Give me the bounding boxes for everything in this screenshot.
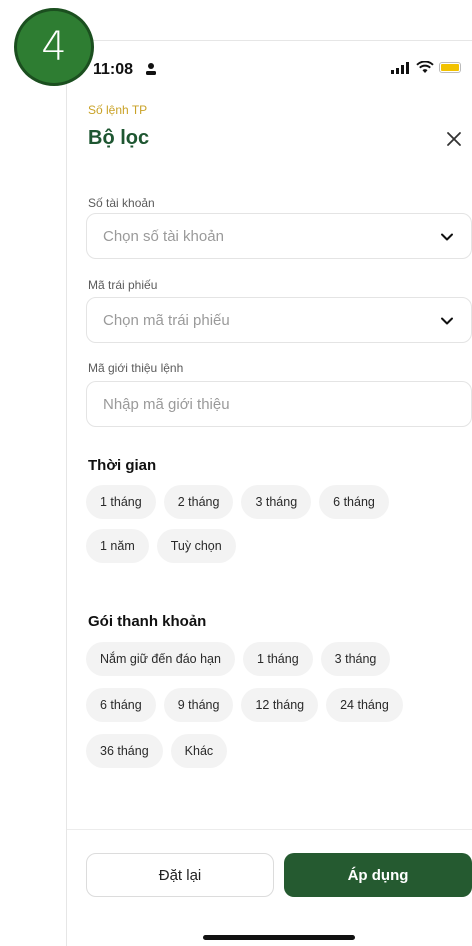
person-icon — [146, 63, 156, 75]
close-button[interactable] — [440, 125, 468, 153]
time-chip[interactable]: 1 tháng — [86, 485, 156, 519]
close-icon — [447, 132, 461, 146]
liquidity-chip[interactable]: 24 tháng — [326, 688, 403, 722]
footer-divider — [67, 829, 472, 830]
account-select[interactable]: Chọn số tài khoản — [86, 213, 472, 259]
signal-icon — [391, 61, 409, 74]
status-icons — [391, 61, 461, 74]
status-bar: 11:08 — [67, 41, 472, 93]
liquidity-chip[interactable]: 1 tháng — [242, 642, 313, 676]
time-chip[interactable]: 3 tháng — [241, 485, 312, 519]
liquidity-chip[interactable]: Nắm giữ đến đáo hạn — [86, 642, 235, 676]
account-select-placeholder: Chọn số tài khoản — [103, 227, 224, 245]
liquidity-chip[interactable]: 12 tháng — [241, 688, 319, 722]
liquidity-chip[interactable]: 36 tháng — [86, 734, 163, 768]
time-chip-row: 1 tháng 2 tháng 3 tháng 6 tháng — [86, 485, 389, 519]
reset-button[interactable]: Đặt lại — [86, 853, 274, 897]
liquidity-chip[interactable]: 3 tháng — [320, 642, 391, 676]
chevron-down-icon — [441, 233, 453, 241]
battery-icon — [439, 62, 461, 73]
time-chip-row: 1 năm Tuỳ chọn — [86, 529, 236, 563]
referral-field-label: Mã giới thiệu lệnh — [88, 361, 184, 375]
bond-select-placeholder: Chọn mã trái phiếu — [103, 311, 230, 329]
apply-button[interactable]: Áp dụng — [284, 853, 472, 897]
referral-input[interactable]: Nhập mã giới thiệu — [86, 381, 472, 427]
chevron-down-icon — [441, 317, 453, 325]
status-time: 11:08 — [93, 61, 134, 78]
liquidity-chip-row: Nắm giữ đến đáo hạn 1 tháng 3 tháng — [86, 642, 391, 676]
page-title: Bộ lọc — [88, 127, 150, 149]
step-number-badge: 4 — [14, 8, 94, 86]
time-chip[interactable]: Tuỳ chọn — [156, 529, 236, 563]
bond-field-label: Mã trái phiếu — [88, 278, 158, 292]
home-indicator — [203, 935, 355, 940]
liquidity-chip[interactable]: 9 tháng — [163, 688, 234, 722]
liquidity-chip[interactable]: Khác — [170, 734, 228, 768]
wifi-icon — [416, 61, 434, 73]
time-chip[interactable]: 6 tháng — [319, 485, 389, 519]
time-chip[interactable]: 2 tháng — [163, 485, 234, 519]
time-section-title: Thời gian — [88, 457, 157, 474]
liquidity-chip[interactable]: 6 tháng — [86, 688, 156, 722]
liquidity-chip-row: 36 tháng Khác — [86, 734, 228, 768]
time-chip[interactable]: 1 năm — [86, 529, 149, 563]
phone-screen: 11:08 Số lệnh TP Bộ lọc Số tài khoản Chọ… — [66, 40, 472, 946]
bond-select[interactable]: Chọn mã trái phiếu — [86, 297, 472, 343]
referral-input-placeholder: Nhập mã giới thiệu — [103, 395, 230, 413]
breadcrumb: Số lệnh TP — [88, 103, 148, 117]
account-field-label: Số tài khoản — [88, 196, 155, 210]
liquidity-section-title: Gói thanh khoản — [88, 613, 207, 630]
liquidity-chip-row: 6 tháng 9 tháng 12 tháng 24 tháng — [86, 688, 403, 722]
